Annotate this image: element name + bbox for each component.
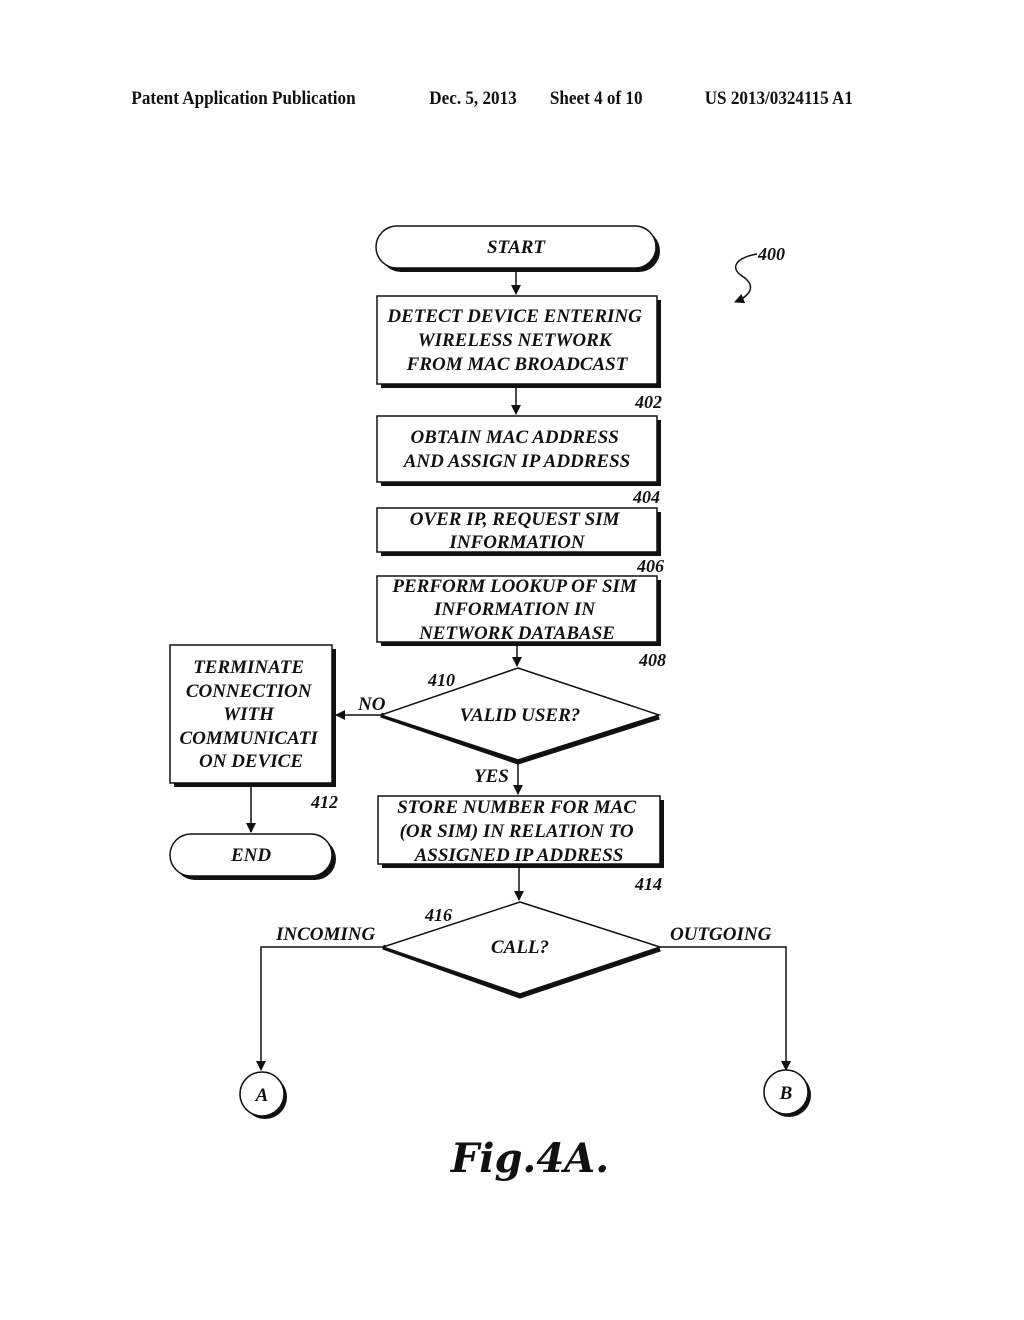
decision-410-question: VALID USER? [460,705,581,726]
step-412-line: TERMINATE [193,657,304,678]
connector-b-label: B [779,1083,793,1104]
svg-text:STORE NUMBER FOR MAC (OR: STORE NUMBER FOR MAC (OR SIM) IN RELATIO… [397,797,641,866]
step-404-ref: 404 [632,487,660,507]
step-408-line: INFORMATION IN [433,599,596,620]
step-414-line: (OR SIM) IN RELATION TO [400,821,634,842]
connector-a-label: A [255,1085,269,1106]
figure-caption: Fig.4A. [450,1135,609,1182]
outgoing-branch-arrow [660,946,791,1071]
incoming-branch-arrow [256,946,383,1071]
flowchart: 400 START DETECT DEVICE ENTERING WIRELES… [169,225,811,1182]
end-terminator: END [169,833,336,880]
decision-410-yes-label: YES [474,766,509,787]
step-408-ref: 408 [638,650,666,670]
end-label: END [230,845,271,866]
connector-a: A [239,1071,287,1119]
figure-reference-number: 400 [757,244,785,264]
step-402-line: WIRELESS NETWORK [418,330,613,351]
step-412-box: TERMINATE CONNECTION WITH COMMUNICATI ON… [169,644,338,812]
step-408-box: PERFORM LOOKUP OF SIM INFORMATION IN NET… [376,575,666,670]
step-408-line: NETWORK DATABASE [418,623,615,644]
decision-416-question: CALL? [491,937,549,958]
step-402-ref: 402 [634,392,662,412]
decision-416: CALL? 416 INCOMING OUTGOING [275,901,772,999]
decision-410: VALID USER? 410 NO YES [357,667,662,787]
step-412-line: WITH [223,704,275,725]
step-412-ref: 412 [310,792,338,812]
step-402-line: FROM MAC BROADCAST [406,354,629,375]
step-402-line: DETECT DEVICE ENTERING [386,306,642,327]
figure-reference-arrow: 400 [734,244,785,304]
connector-b: B [763,1069,811,1117]
step-404-line: AND ASSIGN IP ADDRESS [403,451,631,472]
step-412-line: COMMUNICATI [179,728,318,749]
step-412-line: CONNECTION [186,681,313,702]
decision-410-no-label: NO [357,694,386,715]
step-406-line: OVER IP, REQUEST SIM [410,509,621,530]
step-414-line: STORE NUMBER FOR MAC [397,797,636,818]
step-414-line: ASSIGNED IP ADDRESS [414,845,624,866]
decision-410-ref: 410 [427,670,455,690]
step-402-box: DETECT DEVICE ENTERING WIRELESS NETWORK … [376,295,662,412]
step-414-box: STORE NUMBER FOR MAC (OR SIM) IN RELATIO… [377,795,664,894]
start-terminator: START [375,225,660,272]
outgoing-label: OUTGOING [670,924,772,945]
step-404-line: OBTAIN MAC ADDRESS [410,427,618,448]
svg-text:DETECT DEVICE ENTERING W: DETECT DEVICE ENTERING WIRELESS NETWORK … [386,306,646,375]
step-406-line: INFORMATION [448,532,585,553]
decision-416-ref: 416 [424,905,452,925]
step-414-ref: 414 [634,874,662,894]
start-label: START [487,237,546,258]
step-404-box: OBTAIN MAC ADDRESS AND ASSIGN IP ADDRESS… [376,415,661,507]
step-412-line: ON DEVICE [199,751,303,772]
step-408-line: PERFORM LOOKUP OF SIM [391,576,638,597]
incoming-label: INCOMING [275,924,376,945]
step-406-box: OVER IP, REQUEST SIM INFORMATION 406 [376,507,664,576]
step-406-ref: 406 [636,556,664,576]
